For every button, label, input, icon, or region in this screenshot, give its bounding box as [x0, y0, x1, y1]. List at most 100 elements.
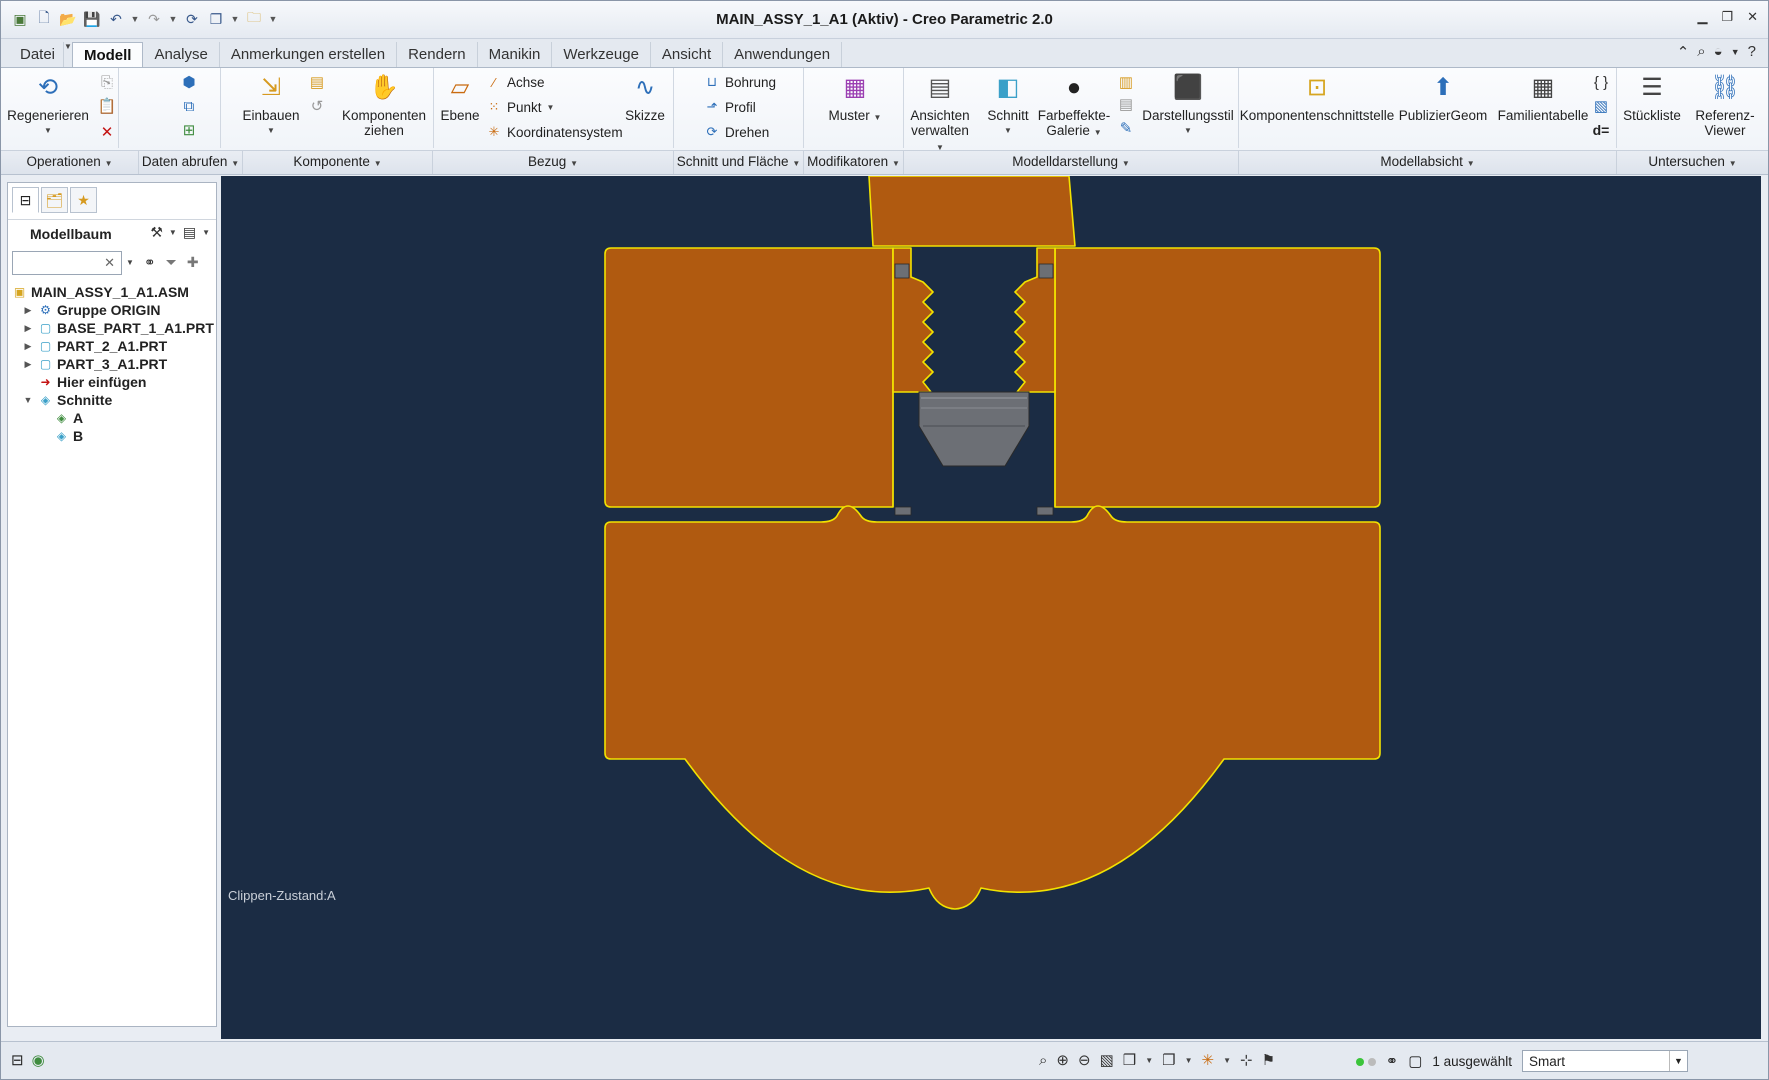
- selection-box-icon[interactable]: ▢: [1408, 1052, 1422, 1070]
- tree-node-section-a[interactable]: ◈ A: [54, 409, 214, 427]
- selection-filter-select[interactable]: Smart ▼: [1521, 1050, 1688, 1072]
- create-component-icon[interactable]: ▤: [307, 72, 327, 92]
- close-icon[interactable]: ✕: [1747, 9, 1758, 25]
- relations-icon[interactable]: { }: [1591, 72, 1611, 92]
- tree-settings-dropdown-icon[interactable]: ▼: [169, 228, 177, 237]
- display-settings-icon[interactable]: ✎: [1116, 118, 1136, 138]
- group-label-modifikatoren[interactable]: Modifikatoren ▼: [804, 150, 904, 174]
- expand-arrow-icon[interactable]: ▶: [22, 359, 34, 370]
- ebene-button[interactable]: ▱ Ebene: [438, 70, 482, 123]
- tab-modell[interactable]: Modell: [71, 42, 144, 68]
- datum-display-icon[interactable]: ✳: [1202, 1051, 1215, 1069]
- group-label-operationen[interactable]: Operationen ▼: [1, 150, 139, 174]
- help-icon[interactable]: ?: [1748, 43, 1756, 61]
- regenerate-button[interactable]: ⟲ Regenerieren ▼: [7, 70, 89, 138]
- layers-icon[interactable]: ▤: [1116, 94, 1136, 114]
- komponenten-ziehen-button[interactable]: ✋ Komponenten ziehen: [341, 70, 427, 138]
- tree-node-base-part[interactable]: ▶ ▢ BASE_PART_1_A1.PRT: [22, 319, 214, 337]
- tree-search-input[interactable]: ✕: [12, 251, 122, 275]
- tree-node-root[interactable]: ▣ MAIN_ASSY_1_A1.ASM: [12, 283, 214, 301]
- find-binoculars-icon[interactable]: ⚭: [144, 254, 156, 271]
- komponentenschnittstelle-button[interactable]: ⊡ Komponentenschnittstelle: [1240, 70, 1395, 123]
- bohrung-button[interactable]: ⊔ Bohrung: [704, 74, 776, 90]
- data-shape-icon[interactable]: ⬢: [179, 72, 199, 92]
- tree-columns-dropdown-icon[interactable]: ▼: [202, 228, 210, 237]
- filter-icon[interactable]: ⏷: [166, 254, 177, 271]
- copy-icon[interactable]: ⎘: [97, 72, 117, 92]
- tree-node-group-origin[interactable]: ▶ ⚙ Gruppe ORIGIN: [22, 301, 214, 319]
- group-label-modelldarstellung[interactable]: Modelldarstellung ▼: [904, 150, 1239, 174]
- group-label-bezug[interactable]: Bezug ▼: [433, 150, 674, 174]
- spin-center-icon[interactable]: ⊹: [1240, 1051, 1253, 1069]
- ansichten-verwalten-button[interactable]: ▤ Ansichten verwalten ▼: [908, 70, 972, 155]
- data-copy-icon[interactable]: ⧉: [179, 96, 199, 116]
- collapse-arrow-icon[interactable]: ▼: [22, 395, 34, 405]
- data-merge-icon[interactable]: ⊞: [179, 120, 199, 140]
- display-style-dropdown-icon[interactable]: ▼: [1185, 1056, 1193, 1065]
- group-label-modellabsicht[interactable]: Modellabsicht ▼: [1239, 150, 1617, 174]
- tab-werkzeuge[interactable]: Werkzeuge: [552, 42, 651, 67]
- referenz-viewer-button[interactable]: ⛓ Referenz- Viewer: [1687, 70, 1763, 138]
- zoom-out-icon[interactable]: ⊖: [1078, 1051, 1091, 1069]
- folder-browser-tab-icon[interactable]: 🗂: [41, 187, 68, 213]
- expand-arrow-icon[interactable]: ▶: [22, 341, 34, 352]
- saved-orientations-dropdown-icon[interactable]: ▼: [1145, 1056, 1153, 1065]
- group-label-schnitt-und-flaeche[interactable]: Schnitt und Fläche ▼: [674, 150, 804, 174]
- toggle-navigator-icon[interactable]: ⊟: [11, 1051, 24, 1069]
- paste-icon[interactable]: 📋: [97, 96, 117, 116]
- tree-node-insert-here[interactable]: ➜ Hier einfügen: [38, 373, 214, 391]
- add-icon[interactable]: ✚: [187, 254, 199, 271]
- skizze-button[interactable]: ∿ Skizze: [622, 70, 668, 123]
- chevron-down-icon[interactable]: ▼: [1668, 1051, 1687, 1071]
- tree-node-sections[interactable]: ▼ ◈ Schnitte: [22, 391, 214, 409]
- repaint-icon[interactable]: ▧: [1100, 1051, 1114, 1069]
- group-label-komponente[interactable]: Komponente ▼: [243, 150, 433, 174]
- repeat-icon[interactable]: ↺: [307, 96, 327, 116]
- minimize-icon[interactable]: ▁: [1697, 9, 1707, 25]
- tab-analyse[interactable]: Analyse: [143, 42, 220, 67]
- publiziergeom-button[interactable]: ⬆ PublizierGeom: [1395, 70, 1491, 123]
- clear-search-icon[interactable]: ✕: [104, 255, 115, 271]
- tab-datei[interactable]: Datei: [9, 42, 65, 67]
- scene-icon[interactable]: ▥: [1116, 72, 1136, 92]
- datum-display-dropdown-icon[interactable]: ▼: [1223, 1056, 1231, 1065]
- tab-manikin[interactable]: Manikin: [478, 42, 553, 67]
- drehen-button[interactable]: ⟳ Drehen: [704, 124, 770, 140]
- expand-arrow-icon[interactable]: ▶: [22, 323, 34, 334]
- familientabelle-button[interactable]: ▦ Familientabelle: [1493, 70, 1593, 123]
- favorites-tab-icon[interactable]: ★: [70, 187, 97, 213]
- muster-button[interactable]: ▦ Muster ▼: [822, 70, 888, 125]
- annotation-display-icon[interactable]: ⚑: [1262, 1051, 1275, 1069]
- saved-orientations-icon[interactable]: ❒: [1123, 1051, 1136, 1069]
- model-tree-tab-icon[interactable]: ⊟: [12, 187, 39, 213]
- group-label-untersuchen[interactable]: Untersuchen ▼: [1617, 150, 1768, 174]
- collapse-ribbon-icon[interactable]: ⌃: [1677, 43, 1690, 61]
- darstellungsstil-button[interactable]: ⬛ Darstellungsstil ▼: [1140, 70, 1236, 138]
- find-icon[interactable]: ⚭: [1386, 1052, 1399, 1070]
- switch-dimensions-icon[interactable]: d=: [1591, 120, 1611, 140]
- refit-icon[interactable]: ⌕: [1039, 1052, 1047, 1069]
- achse-button[interactable]: ⁄ Achse: [486, 74, 545, 90]
- delete-icon[interactable]: ✕: [97, 122, 117, 142]
- punkt-button[interactable]: ⁙ Punkt ▼: [486, 99, 555, 115]
- graphics-viewport[interactable]: Clippen-Zustand:A: [221, 176, 1761, 1039]
- tab-anwendungen[interactable]: Anwendungen: [723, 42, 843, 67]
- group-label-daten-abrufen[interactable]: Daten abrufen ▼: [139, 150, 243, 174]
- tree-node-part-3[interactable]: ▶ ▢ PART_3_A1.PRT: [22, 355, 214, 373]
- community-icon[interactable]: ◒: [1714, 43, 1723, 61]
- parameters-icon[interactable]: ▧: [1591, 96, 1611, 116]
- toggle-browser-icon[interactable]: ◉: [32, 1051, 45, 1069]
- einbauen-button[interactable]: ⇲ Einbauen ▼: [242, 70, 299, 138]
- zoom-in-icon[interactable]: ⊕: [1056, 1051, 1069, 1069]
- tab-rendern[interactable]: Rendern: [397, 42, 478, 67]
- tree-settings-icon[interactable]: ⚒: [150, 224, 163, 241]
- schnitt-button[interactable]: ◧ Schnitt ▼: [984, 70, 1032, 138]
- maximize-icon[interactable]: ❐: [1721, 9, 1733, 25]
- dropdown-icon[interactable]: ▼: [1731, 47, 1740, 61]
- tree-node-part-2[interactable]: ▶ ▢ PART_2_A1.PRT: [22, 337, 214, 355]
- display-style-icon[interactable]: ❐: [1162, 1051, 1175, 1069]
- koordinatensystem-button[interactable]: ✳ Koordinatensystem: [486, 124, 623, 140]
- search-icon[interactable]: ⌕: [1697, 43, 1705, 61]
- expand-arrow-icon[interactable]: ▶: [22, 305, 34, 316]
- stueckliste-button[interactable]: ☰ Stückliste: [1617, 70, 1687, 123]
